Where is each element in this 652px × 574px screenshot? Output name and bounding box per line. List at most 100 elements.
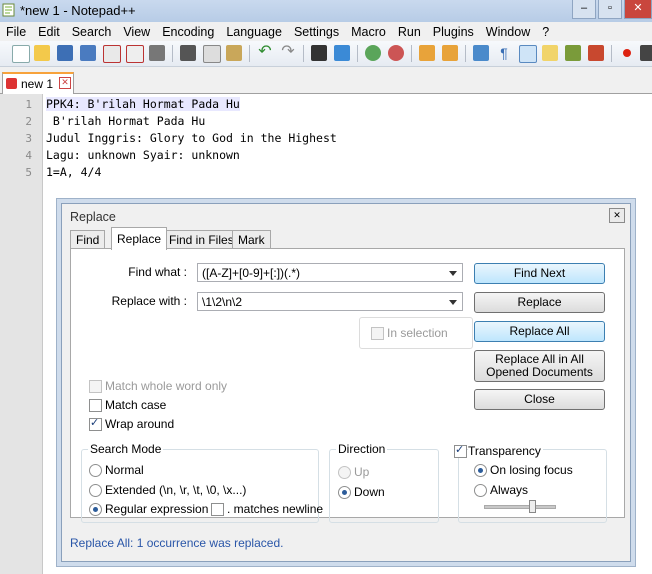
show-all-chars-icon[interactable]: ¶	[496, 45, 512, 61]
transparency-slider[interactable]	[484, 505, 556, 509]
stop-macro-icon[interactable]	[640, 45, 652, 61]
open-file-icon[interactable]	[34, 45, 50, 61]
close-button[interactable]: Close	[474, 389, 605, 410]
menu-help[interactable]: ?	[536, 25, 555, 39]
minimize-button[interactable]: –	[572, 0, 596, 19]
user-language-icon[interactable]	[542, 45, 558, 61]
transparency-slider-thumb[interactable]	[529, 500, 536, 513]
menu-file[interactable]: File	[0, 25, 32, 39]
replace-icon[interactable]	[334, 45, 350, 61]
direction-up-label: Up	[354, 465, 370, 479]
search-mode-title: Search Mode	[88, 442, 164, 456]
replace-all-button[interactable]: Replace All	[474, 321, 605, 342]
menu-run[interactable]: Run	[392, 25, 427, 39]
menu-encoding[interactable]: Encoding	[156, 25, 220, 39]
matches-newline-checkbox[interactable]	[211, 503, 224, 516]
editor-line[interactable]: B'rilah Hormat Pada Hu	[46, 114, 205, 128]
mode-normal-radio[interactable]	[89, 464, 102, 477]
replace-with-combo[interactable]: \1\2\n\2	[197, 292, 463, 311]
close-file-icon[interactable]	[103, 45, 121, 63]
tab-new-1[interactable]: new 1 ✕	[2, 72, 74, 94]
replace-all-opened-button[interactable]: Replace All in All Opened Documents	[474, 350, 605, 382]
match-case-checkbox[interactable]	[89, 399, 102, 412]
status-message: Replace All: 1 occurrence was replaced.	[70, 536, 284, 550]
function-list-icon[interactable]	[588, 45, 604, 61]
indent-guide-icon[interactable]	[519, 45, 537, 63]
match-whole-word-label: Match whole word only	[105, 379, 228, 393]
mode-normal-label: Normal	[105, 463, 144, 477]
undo-icon[interactable]: ↶	[257, 44, 273, 61]
transparency-label: Transparency	[468, 444, 543, 458]
replace-dialog: Replace ✕ Find Replace Find in Files Mar…	[61, 203, 631, 562]
tab-replace[interactable]: Replace	[111, 227, 168, 250]
menu-view[interactable]: View	[117, 25, 156, 39]
tab-close-icon[interactable]: ✕	[59, 77, 71, 89]
menu-search[interactable]: Search	[66, 25, 118, 39]
sync-horizontal-icon[interactable]	[442, 45, 458, 61]
sync-vertical-icon[interactable]	[419, 45, 435, 61]
redo-icon[interactable]: ↷	[280, 44, 296, 61]
menu-language[interactable]: Language	[220, 25, 288, 39]
menu-plugins[interactable]: Plugins	[427, 25, 480, 39]
line-number: 1	[25, 98, 32, 111]
save-icon[interactable]	[57, 45, 73, 61]
find-what-label: Find what :	[128, 265, 187, 279]
on-losing-focus-radio[interactable]	[474, 464, 487, 477]
wrap-around-checkbox[interactable]	[89, 416, 102, 431]
in-selection-checkbox[interactable]	[371, 327, 384, 340]
matches-newline-label: . matches newline	[227, 502, 324, 516]
tab-find[interactable]: Find	[70, 230, 106, 249]
tab-mark[interactable]: Mark	[232, 230, 271, 249]
mode-extended-label: Extended (\n, \r, \t, \0, \x...)	[105, 483, 247, 497]
chevron-down-icon[interactable]	[449, 271, 457, 276]
tab-find-in-files[interactable]: Find in Files	[163, 230, 240, 249]
doc-map-icon[interactable]	[565, 45, 581, 61]
editor-line[interactable]: Lagu: unknown Syair: unknown	[46, 148, 240, 162]
print-icon[interactable]	[149, 45, 165, 61]
word-wrap-icon[interactable]	[473, 45, 489, 61]
direction-title: Direction	[336, 442, 388, 456]
save-all-icon[interactable]	[80, 45, 96, 61]
zoom-in-icon[interactable]	[365, 45, 381, 61]
find-what-combo[interactable]: ([A-Z]+[0-9]+[:])(.*)	[197, 263, 463, 282]
zoom-out-icon[interactable]	[388, 45, 404, 61]
find-what-value: ([A-Z]+[0-9]+[:])(.*)	[202, 266, 301, 280]
replace-with-label: Replace with :	[111, 294, 187, 308]
notepad-plus-plus-icon	[2, 3, 15, 17]
line-number: 4	[25, 149, 32, 162]
direction-up-radio[interactable]	[338, 466, 351, 479]
direction-down-label: Down	[354, 485, 385, 499]
menu-macro[interactable]: Macro	[345, 25, 392, 39]
replace-button[interactable]: Replace	[474, 292, 605, 313]
direction-down-radio[interactable]	[338, 486, 351, 499]
editor-line[interactable]: 1=A, 4/4	[46, 165, 101, 179]
find-icon[interactable]	[311, 45, 327, 61]
record-macro-icon[interactable]	[619, 45, 635, 61]
line-number: 2	[25, 115, 32, 128]
cut-icon[interactable]	[180, 45, 196, 61]
close-all-icon[interactable]	[126, 45, 144, 63]
chevron-down-icon[interactable]	[449, 300, 457, 305]
on-losing-focus-label: On losing focus	[490, 463, 573, 477]
toolbar: ↶ ↷ ¶	[0, 41, 652, 67]
transparency-checkbox[interactable]	[454, 443, 467, 458]
editor-line[interactable]: PPK4: B'rilah Hormat Pada Hu	[46, 97, 240, 111]
tab-label: new 1	[21, 77, 54, 91]
editor-line[interactable]: Judul Inggris: Glory to God in the Highe…	[46, 131, 337, 145]
menu-edit[interactable]: Edit	[32, 25, 66, 39]
window-close-button[interactable]: ✕	[624, 0, 652, 19]
maximize-button[interactable]: ▫	[598, 0, 622, 19]
dialog-close-icon[interactable]: ✕	[609, 208, 625, 223]
copy-icon[interactable]	[203, 45, 221, 63]
mode-extended-radio[interactable]	[89, 484, 102, 497]
dialog-title: Replace	[70, 210, 116, 224]
always-radio[interactable]	[474, 484, 487, 497]
menu-settings[interactable]: Settings	[288, 25, 345, 39]
find-next-button[interactable]: Find Next	[474, 263, 605, 284]
paste-icon[interactable]	[226, 45, 242, 61]
in-selection-label: In selection	[387, 326, 448, 340]
menu-window[interactable]: Window	[480, 25, 536, 39]
match-whole-word-checkbox[interactable]	[89, 380, 102, 393]
mode-regex-radio[interactable]	[89, 503, 102, 516]
new-file-icon[interactable]	[12, 45, 30, 63]
